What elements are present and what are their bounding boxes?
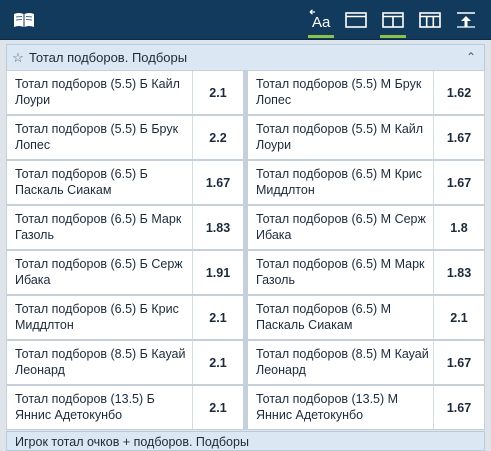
next-section-header[interactable]: Игрок тотал очков + подборов. Подборы <box>6 431 485 451</box>
odds-cell[interactable]: Тотал подборов (5.5) М Кайл Лоури 1.67 <box>248 116 484 159</box>
odds-cell[interactable]: Тотал подборов (13.5) Б Яннис Адетокунбо… <box>7 386 243 429</box>
market-section-header[interactable]: ☆ Тотал подборов. Подборы ⌃ <box>6 44 485 70</box>
odds-cell[interactable]: Тотал подборов (5.5) Б Брук Лопес 2.2 <box>7 116 243 159</box>
odds-cell[interactable]: Тотал подборов (6.5) М Паскаль Сиакам 2.1 <box>248 296 484 339</box>
outcome-name: Тотал подборов (8.5) М Кауай Леонард <box>256 347 429 377</box>
outcome-name: Тотал подборов (6.5) М Крис Миддлтон <box>256 167 423 197</box>
odds-cell[interactable]: Тотал подборов (5.5) Б Кайл Лоури 2.1 <box>7 71 243 114</box>
odds-value[interactable]: 2.2 <box>192 116 243 159</box>
outcome-name: Тотал подборов (5.5) Б Кайл Лоури <box>15 77 180 107</box>
odds-cell[interactable]: Тотал подборов (6.5) Б Крис Миддлтон 2.1 <box>7 296 243 339</box>
outcome-name: Тотал подборов (5.5) М Брук Лопес <box>256 77 422 107</box>
odds-value[interactable]: 1.67 <box>433 116 484 159</box>
odds-cell[interactable]: Тотал подборов (6.5) М Марк Газоль 1.83 <box>248 251 484 294</box>
top-toolbar: Aa <box>0 0 491 40</box>
odds-value[interactable]: 2.1 <box>192 71 243 114</box>
text-size-icon[interactable]: Aa <box>305 6 337 38</box>
odds-value[interactable]: 2.1 <box>433 296 484 339</box>
odds-value[interactable]: 1.67 <box>433 341 484 384</box>
odds-grid: Тотал подборов (5.5) Б Кайл Лоури 2.1 Тота… <box>6 70 485 430</box>
scroll-top-icon[interactable] <box>450 6 482 34</box>
odds-value[interactable]: 1.8 <box>433 206 484 249</box>
outcome-name: Тотал подборов (6.5) Б Паскаль Сиакам <box>15 167 148 197</box>
single-column-icon[interactable] <box>340 6 372 34</box>
odds-value[interactable]: 1.83 <box>192 206 243 249</box>
text-size-glyph: Aa <box>312 14 331 31</box>
odds-cell[interactable]: Тотал подборов (8.5) Б Кауай Леонард 2.1 <box>7 341 243 384</box>
odds-cell[interactable]: Тотал подборов (13.5) М Яннис Адетокунбо… <box>248 386 484 429</box>
odds-value[interactable]: 1.83 <box>433 251 484 294</box>
outcome-name: Тотал подборов (6.5) М Паскаль Сиакам <box>256 302 392 332</box>
odds-cell[interactable]: Тотал подборов (6.5) Б Серж Ибака 1.91 <box>7 251 243 294</box>
outcome-name: Тотал подборов (6.5) Б Серж Ибака <box>15 257 183 287</box>
odds-value[interactable]: 2.1 <box>192 386 243 429</box>
odds-cell[interactable]: Тотал подборов (6.5) М Серж Ибака 1.8 <box>248 206 484 249</box>
odds-value[interactable]: 1.91 <box>192 251 243 294</box>
outcome-name: Тотал подборов (6.5) Б Марк Газоль <box>15 212 182 242</box>
outcome-name: Тотал подборов (8.5) Б Кауай Леонард <box>15 347 186 377</box>
outcome-name: Тотал подборов (6.5) М Серж Ибака <box>256 212 426 242</box>
next-section-title: Игрок тотал очков + подборов. Подборы <box>15 435 249 449</box>
odds-cell[interactable]: Тотал подборов (6.5) М Крис Миддлтон 1.67 <box>248 161 484 204</box>
odds-cell[interactable]: Тотал подборов (5.5) М Брук Лопес 1.62 <box>248 71 484 114</box>
three-column-icon[interactable] <box>414 6 446 34</box>
star-icon[interactable]: ☆ <box>7 50 29 66</box>
odds-value[interactable]: 1.67 <box>192 161 243 204</box>
outcome-name: Тотал подборов (5.5) Б Брук Лопес <box>15 122 179 152</box>
market-section-title: Тотал подборов. Подборы <box>29 50 188 65</box>
odds-cell[interactable]: Тотал подборов (8.5) М Кауай Леонард 1.67 <box>248 341 484 384</box>
chevron-up-icon[interactable]: ⌃ <box>466 50 476 64</box>
outcome-name: Тотал подборов (5.5) М Кайл Лоури <box>256 122 424 152</box>
outcome-name: Тотал подборов (13.5) М Яннис Адетокунбо <box>256 392 399 422</box>
book-icon[interactable] <box>8 6 40 34</box>
odds-value[interactable]: 1.67 <box>433 161 484 204</box>
outcome-name: Тотал подборов (6.5) М Марк Газоль <box>256 257 425 287</box>
odds-cell[interactable]: Тотал подборов (6.5) Б Паскаль Сиакам 1.6… <box>7 161 243 204</box>
odds-cell[interactable]: Тотал подборов (6.5) Б Марк Газоль 1.83 <box>7 206 243 249</box>
odds-value[interactable]: 1.62 <box>433 71 484 114</box>
odds-value[interactable]: 2.1 <box>192 341 243 384</box>
odds-value[interactable]: 2.1 <box>192 296 243 339</box>
outcome-name: Тотал подборов (6.5) Б Крис Миддлтон <box>15 302 179 332</box>
outcome-name: Тотал подборов (13.5) Б Яннис Адетокунбо <box>15 392 155 422</box>
two-column-icon[interactable] <box>377 6 409 38</box>
odds-value[interactable]: 1.67 <box>433 386 484 429</box>
